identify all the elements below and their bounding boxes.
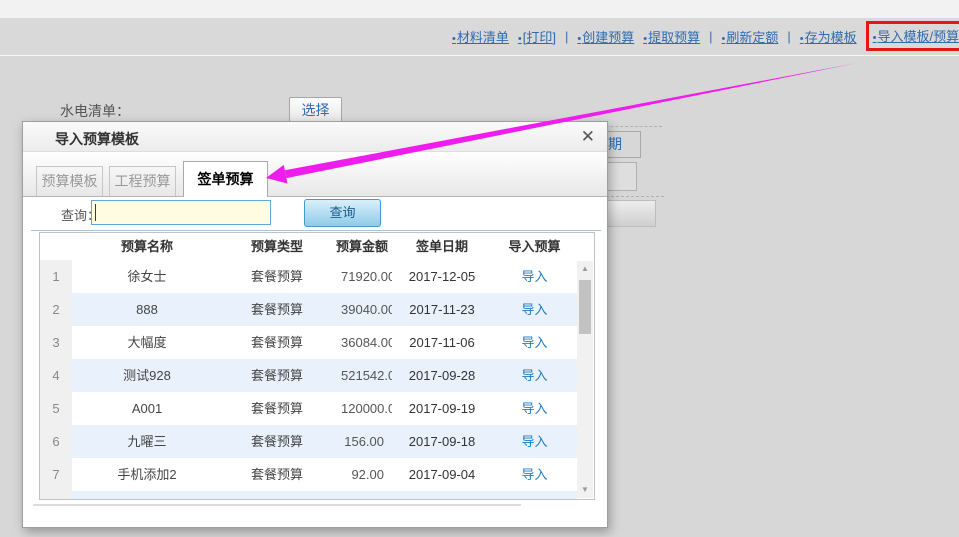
table-row: 5 A001 套餐预算 120000.00 2017-09-19 导入 [40, 392, 577, 425]
table-row: 7 手机添加2 套餐预算 92.00 2017-09-04 导入 [40, 458, 577, 491]
scrollbar-thumb[interactable] [579, 280, 591, 334]
toolbar-link-refresh-quota[interactable]: •刷新定额 [722, 27, 779, 46]
header-num [40, 233, 72, 260]
bullet-icon: • [643, 32, 648, 45]
toolbar-link-import-template[interactable]: •导入模板/预算 [873, 29, 959, 44]
header-budget-type: 预算类型 [250, 239, 303, 254]
import-budget-template-dialog: 导入预算模板 ✕ 预算模板 工程预算 签单预算 查询： 查询 预算名称 预算类型… [22, 121, 608, 528]
tab-signed-budget[interactable]: 签单预算 [183, 161, 268, 197]
top-strip [0, 0, 959, 18]
dialog-title-bar: 导入预算模板 [23, 122, 607, 152]
header-budget-name: 预算名称 [120, 239, 173, 254]
toolbar-link-material-list[interactable]: •材料清单 [452, 27, 509, 46]
close-icon[interactable]: ✕ [581, 127, 595, 147]
toolbar-link-create-budget[interactable]: •创建预算 [577, 27, 634, 46]
toolbar-separator: | [787, 28, 791, 44]
toolbar: •材料清单 •[打印] | •创建预算 •提取预算 | •刷新定额 | •存为模… [452, 21, 959, 51]
select-button[interactable]: 选择 [289, 97, 342, 124]
query-input[interactable] [91, 200, 271, 225]
import-link[interactable]: 导入 [521, 434, 547, 449]
toolbar-separator: | [564, 28, 569, 44]
scroll-up-icon[interactable]: ▲ [577, 261, 593, 277]
divider [31, 230, 601, 231]
toolbar-link-extract-budget[interactable]: •提取预算 [643, 27, 700, 46]
query-button[interactable]: 查询 [304, 199, 381, 227]
bullet-icon: • [721, 32, 726, 45]
query-row: 查询： 查询 [23, 197, 607, 230]
dialog-title: 导入预算模板 [55, 131, 139, 147]
bullet-icon: • [517, 32, 522, 45]
water-electric-list-label: 水电清单： [60, 103, 130, 119]
text-caret [95, 204, 96, 221]
table-header-row: 预算名称 预算类型 预算金额 签单日期 导入预算 [40, 233, 577, 260]
import-link[interactable]: 导入 [521, 335, 547, 350]
import-link[interactable]: 导入 [521, 368, 547, 383]
tab-strip: 预算模板 工程预算 签单预算 [23, 152, 607, 197]
vertical-scrollbar[interactable]: ▲ ▼ [577, 261, 593, 498]
bullet-icon: • [799, 32, 804, 45]
table-row: 3 大幅度 套餐预算 36084.00 2017-11-06 导入 [40, 326, 577, 359]
scroll-down-icon[interactable]: ▼ [577, 482, 593, 498]
import-link[interactable]: 导入 [521, 269, 547, 284]
bullet-icon: • [872, 32, 877, 44]
header-import: 导入预算 [508, 239, 561, 254]
import-link[interactable]: 导入 [521, 302, 547, 317]
footer-divider [33, 504, 521, 506]
bullet-icon: • [577, 32, 582, 45]
table-row: 4 测试928 套餐预算 521542.00 2017-09-28 导入 [40, 359, 577, 392]
red-highlight-box: •导入模板/预算 [865, 21, 959, 51]
tab-budget-template[interactable]: 预算模板 [36, 166, 103, 196]
table-row: 2 888 套餐预算 39040.00 2017-11-23 导入 [40, 293, 577, 326]
tab-project-budget[interactable]: 工程预算 [109, 166, 176, 196]
import-link[interactable]: 导入 [521, 401, 547, 416]
toolbar-link-save-as-template[interactable]: •存为模板 [800, 27, 857, 46]
table-row: 1 徐女士 套餐预算 71920.00 2017-12-05 导入 [40, 260, 577, 293]
table-row: 6 九曜三 套餐预算 156.00 2017-09-18 导入 [40, 425, 577, 458]
toolbar-link-print[interactable]: •[打印] [518, 27, 556, 46]
table-row-partial [40, 491, 577, 499]
toolbar-separator: | [709, 28, 713, 44]
bullet-icon: • [452, 32, 456, 45]
import-link[interactable]: 导入 [521, 467, 547, 482]
budget-table: 预算名称 预算类型 预算金额 签单日期 导入预算 1 徐女士 套餐预算 7192… [39, 232, 595, 500]
header-budget-amount: 预算金额 [335, 239, 388, 254]
header-sign-date: 签单日期 [415, 239, 468, 254]
